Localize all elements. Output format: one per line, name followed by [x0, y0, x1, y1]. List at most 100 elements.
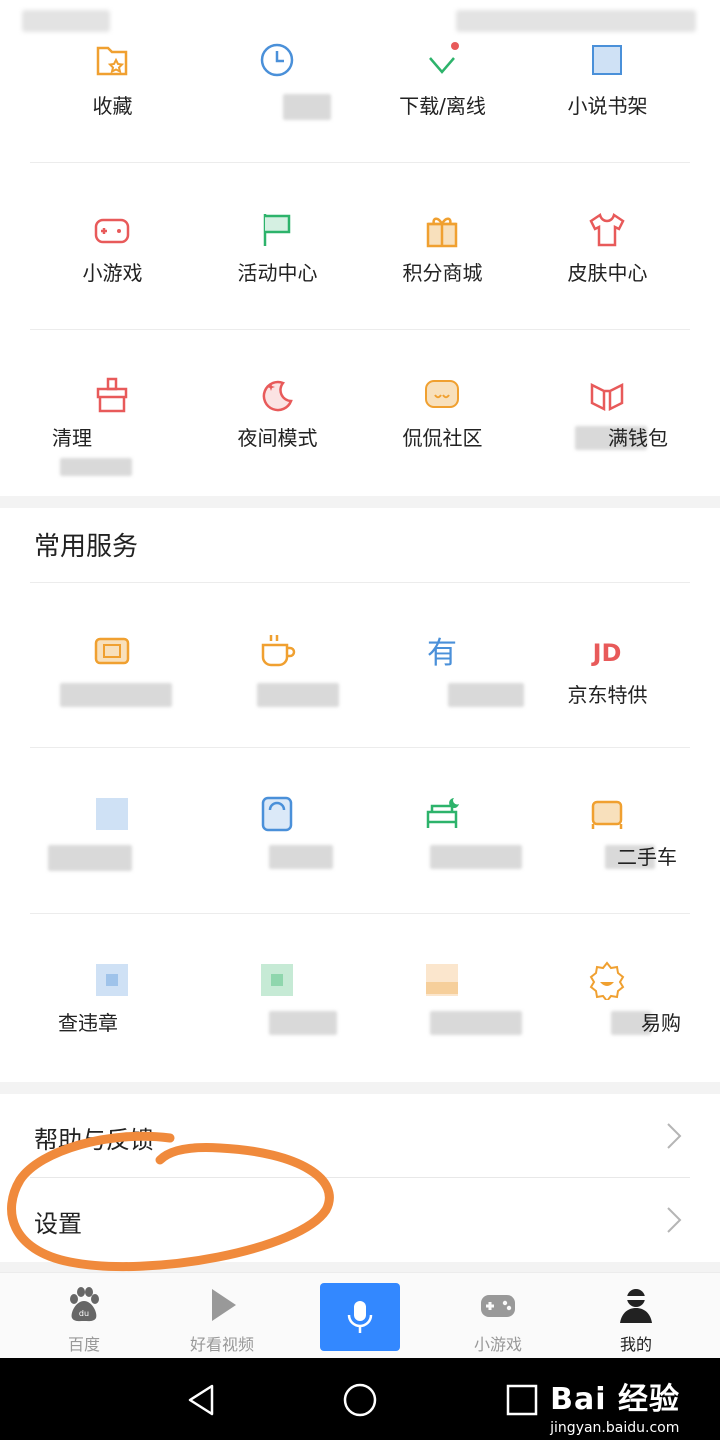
grid-item-label: 小游戏 [82, 261, 143, 285]
service-label: 查违章 [58, 1011, 118, 1035]
moon-icon [257, 375, 297, 415]
service-item[interactable]: 易购 [525, 915, 690, 1080]
back-icon[interactable] [182, 1380, 222, 1420]
tshirt-icon [587, 210, 627, 250]
blurred-label [269, 845, 333, 869]
grid-item-label: 皮肤中心 [567, 261, 648, 285]
bottom-tab-bar: du 百度 好看视频 小游戏 我的 [0, 1272, 720, 1358]
chevron-right-icon [667, 1207, 682, 1233]
grid-item-novel-shelf[interactable]: 小说书架 [525, 0, 690, 163]
blurred-label [283, 94, 331, 120]
grid-item-community[interactable]: 侃侃社区 [360, 330, 525, 495]
grid-item-label: 小说书架 [567, 94, 648, 118]
service-item[interactable] [30, 749, 195, 914]
service-item[interactable] [195, 915, 360, 1080]
service-item[interactable] [195, 583, 360, 748]
section-divider [0, 1082, 720, 1094]
user-icon [620, 1289, 652, 1323]
microphone-icon [347, 1301, 373, 1333]
tab-videos[interactable]: 好看视频 [150, 1273, 294, 1359]
common-services-title: 常用服务 [34, 532, 139, 562]
grid-item-points-mall[interactable]: 积分商城 [360, 165, 525, 330]
gift-icon [422, 210, 462, 250]
service-label: 易购 [641, 1011, 681, 1035]
service-item[interactable] [30, 583, 195, 748]
service-item[interactable] [195, 749, 360, 914]
blurred-icon [92, 960, 132, 1000]
grid-item-label: 活动中心 [237, 261, 318, 285]
help-feedback-row[interactable]: 帮助与反馈 [0, 1094, 720, 1178]
tab-games[interactable]: 小游戏 [426, 1273, 570, 1359]
grid-item-history[interactable] [195, 0, 360, 163]
grid-item-label: 侃侃社区 [402, 426, 483, 450]
tab-me[interactable]: 我的 [564, 1273, 708, 1359]
voice-search-button[interactable] [320, 1283, 400, 1351]
grid-item-cleanup[interactable]: 清理 [30, 330, 195, 495]
blurred-icon [257, 960, 297, 1000]
chevron-right-icon [667, 1123, 682, 1149]
grid-item-label: 收藏 [92, 94, 133, 118]
services-row-3: 查违章 易购 [30, 915, 690, 1080]
watermark-sub: jingyan.baidu.com [550, 1420, 680, 1436]
ticket-icon [92, 631, 132, 671]
tab-label: 百度 [67, 1335, 100, 1354]
tab-label: 我的 [619, 1335, 652, 1354]
watermark-main: Bai 经验 [550, 1382, 680, 1417]
grid-item-mini-games[interactable]: 小游戏 [30, 165, 195, 330]
android-nav-bar: Bai 经验 jingyan.baidu.com [0, 1358, 720, 1440]
grid-item-skin-center[interactable]: 皮肤中心 [525, 165, 690, 330]
play-icon [212, 1289, 236, 1321]
blurred-label [430, 1011, 522, 1035]
grid-item-label: 积分商城 [402, 261, 483, 285]
coffee-icon [257, 631, 297, 671]
service-item-used-car[interactable]: 二手车 [525, 749, 690, 914]
tab-label: 好看视频 [189, 1335, 254, 1354]
settings-row[interactable]: 设置 [0, 1178, 720, 1262]
blurred-label [269, 1011, 337, 1035]
blurred-icon [92, 794, 132, 834]
gamepad-icon [92, 210, 132, 250]
blurred-label [448, 683, 524, 707]
service-label: 二手车 [617, 845, 677, 869]
grid-item-label: 满钱包 [608, 426, 668, 450]
grid-row-1: 收藏 下载/离线 小说书架 [30, 0, 690, 163]
settings-label: 设置 [34, 1210, 82, 1238]
grid-item-wallet[interactable]: 满钱包 [525, 330, 690, 495]
flag-icon [257, 210, 297, 250]
blurred-label [430, 845, 522, 869]
blurred-label [257, 683, 339, 707]
grid-item-label: 清理 [52, 426, 92, 450]
services-row-1: 有 JD 京东特供 [30, 583, 690, 748]
grid-item-label: 下载/离线 [399, 94, 486, 118]
blurred-icon [422, 960, 462, 1000]
grid-row-3: 清理 夜间模式 侃侃社区 满钱包 [30, 330, 690, 495]
bed-icon [422, 794, 462, 834]
grid-item-label: 夜间模式 [237, 426, 318, 450]
svg-text:du: du [79, 1309, 89, 1318]
jd-logo-icon: JD [587, 631, 627, 671]
section-divider [0, 1262, 720, 1272]
bookshelf-icon [587, 40, 627, 80]
grid-item-activity-center[interactable]: 活动中心 [195, 165, 360, 330]
grid-item-night-mode[interactable]: 夜间模式 [195, 330, 360, 495]
tab-baidu[interactable]: du 百度 [12, 1273, 156, 1359]
blurred-label [60, 683, 172, 707]
home-icon[interactable] [340, 1380, 380, 1420]
service-item-jd[interactable]: JD 京东特供 [525, 583, 690, 748]
favorites-folder-icon [92, 40, 132, 80]
service-item[interactable]: 有 [360, 583, 525, 748]
service-item[interactable]: 查违章 [30, 915, 195, 1080]
service-item[interactable] [360, 749, 525, 914]
blurred-label [60, 458, 132, 476]
svg-text:有: 有 [427, 636, 457, 671]
gamepad-icon [481, 1295, 515, 1317]
grid-item-download[interactable]: 下载/离线 [360, 0, 525, 163]
help-feedback-label: 帮助与反馈 [34, 1126, 154, 1154]
grid-item-favorites[interactable]: 收藏 [30, 0, 195, 163]
recents-icon[interactable] [502, 1380, 542, 1420]
section-divider [0, 496, 720, 508]
you-character-icon: 有 [422, 631, 462, 671]
badge-icon [587, 960, 627, 1000]
services-row-2: 二手车 [30, 749, 690, 914]
service-item[interactable] [360, 915, 525, 1080]
